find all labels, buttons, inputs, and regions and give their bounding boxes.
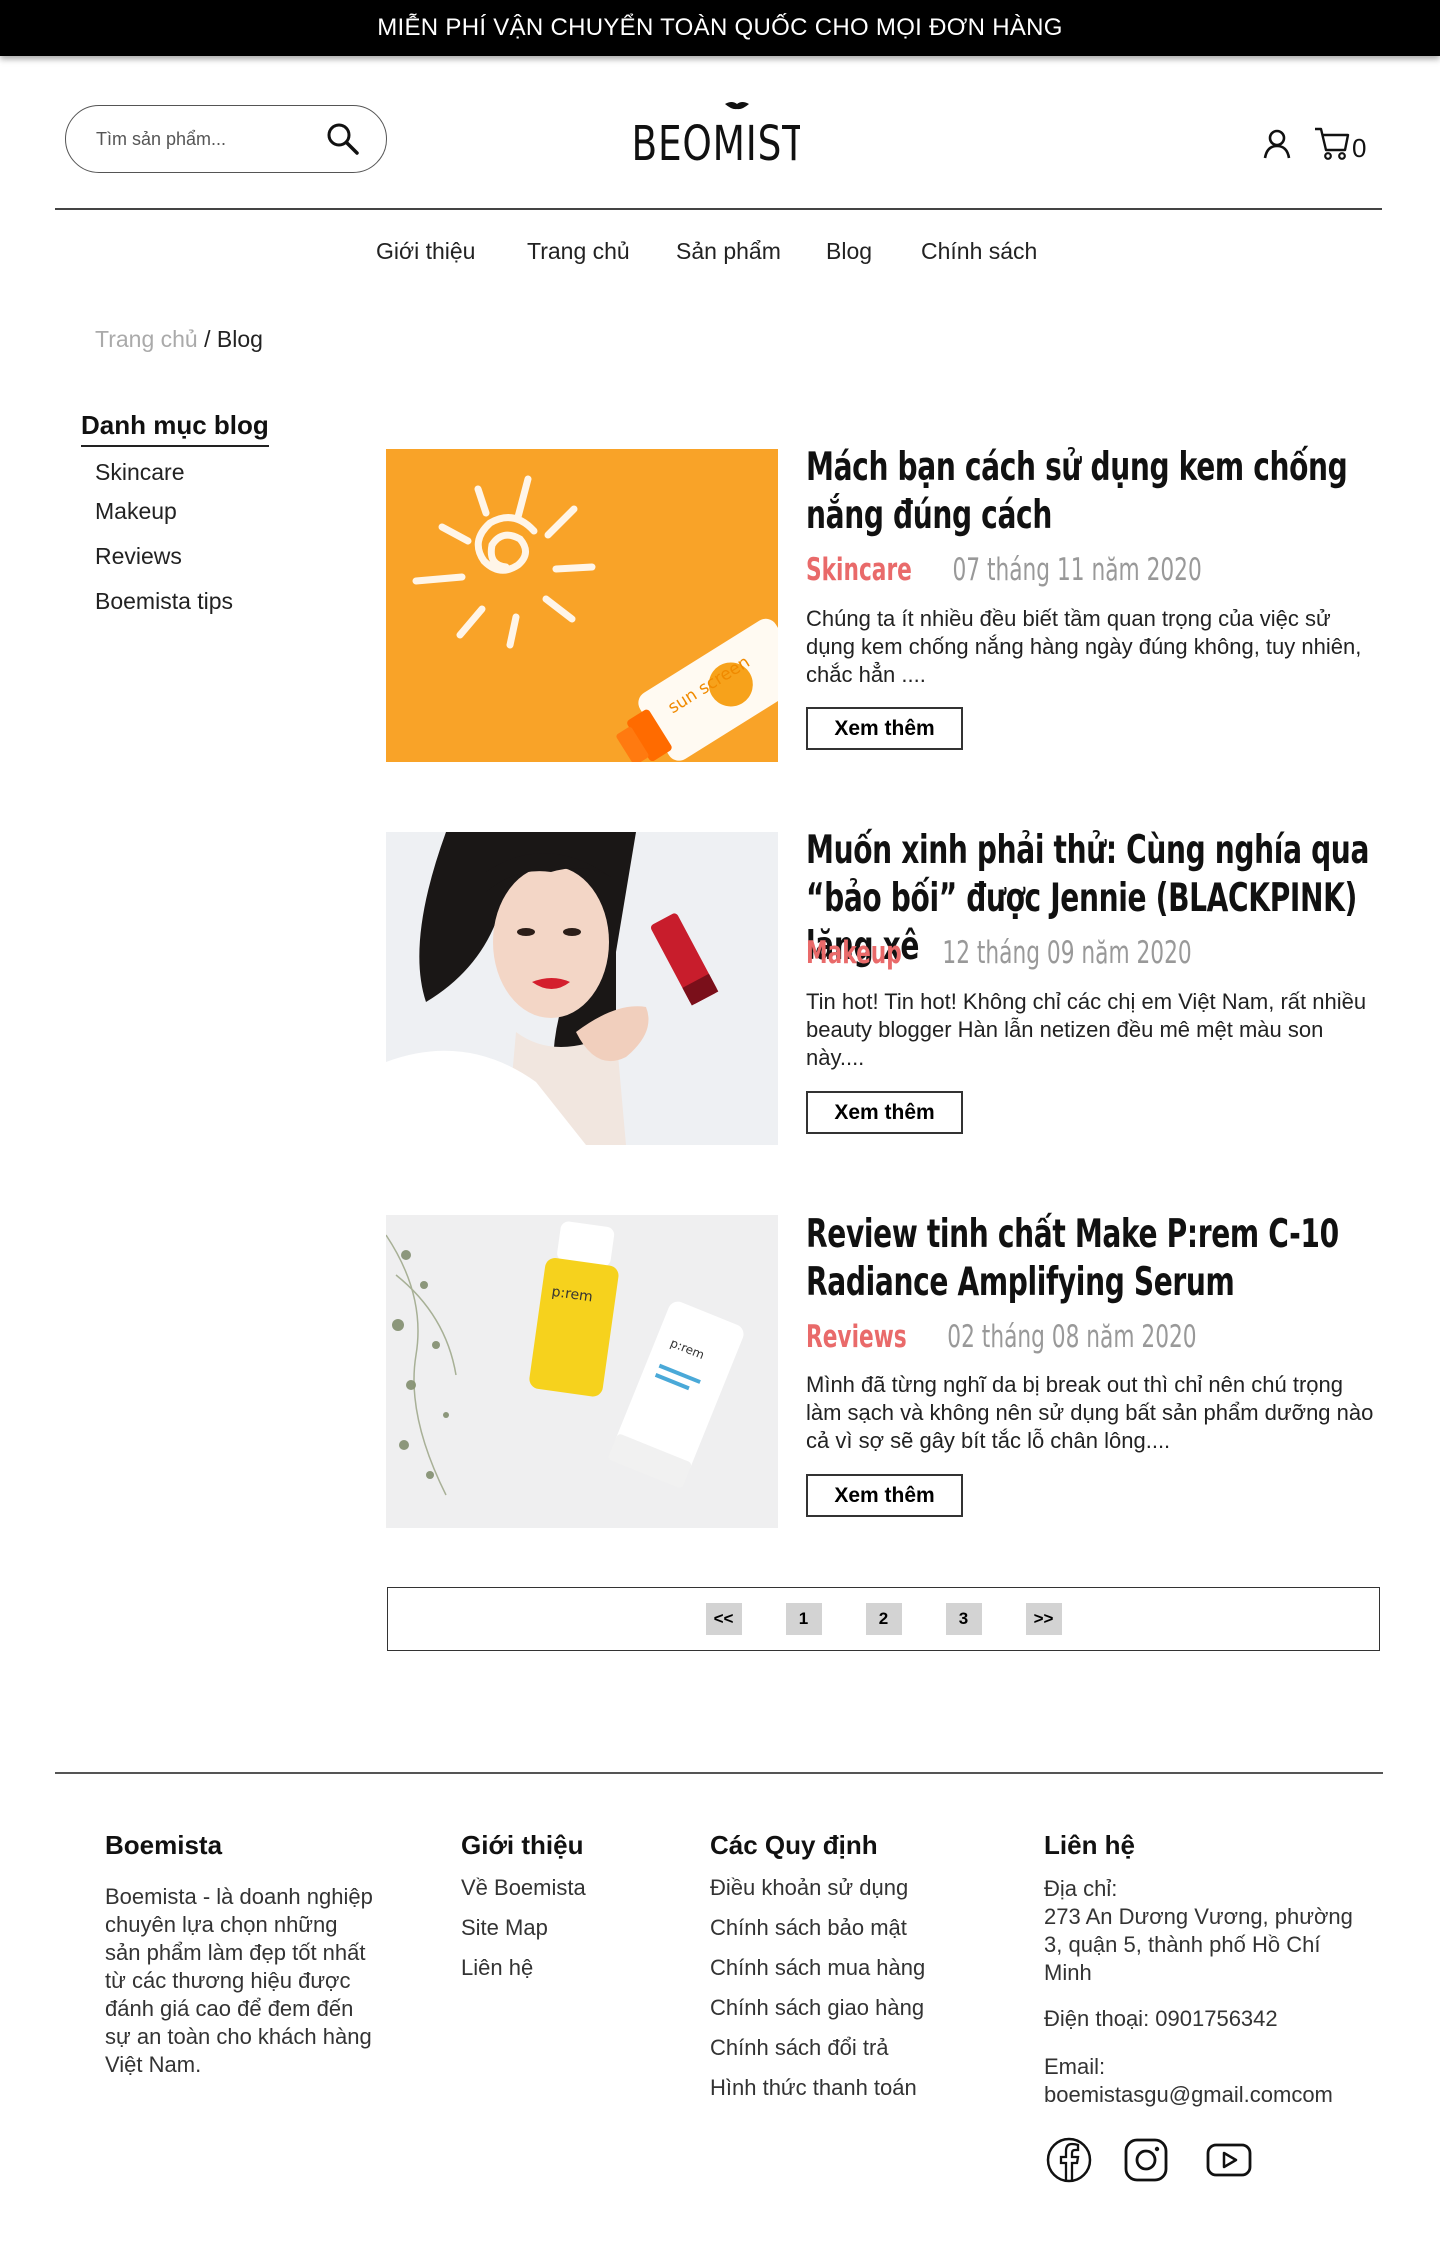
promo-text: MIỄN PHÍ VẬN CHUYỂN TOÀN QUỐC CHO MỌI ĐƠ…: [377, 14, 1063, 41]
post-date: 02 tháng 08 năm 2020: [947, 1319, 1197, 1355]
footer-link-ve-boemista[interactable]: Về Boemista: [461, 1875, 586, 1901]
post-date: 07 tháng 11 năm 2020: [952, 552, 1202, 588]
post-category[interactable]: Skincare: [806, 552, 912, 588]
footer-link-site-map[interactable]: Site Map: [461, 1915, 548, 1941]
footer-email-label: Email:: [1044, 2054, 1106, 2079]
footer-link-privacy[interactable]: Chính sách bảo mật: [710, 1915, 907, 1941]
category-boemista-tips[interactable]: Boemista tips: [95, 588, 233, 615]
footer-contact-title: Liên hệ: [1044, 1830, 1136, 1860]
post-excerpt: Mình đã từng nghĩ da bị break out thì ch…: [806, 1372, 1374, 1453]
read-more-button[interactable]: Xem thêm: [806, 1091, 963, 1134]
post-meta: Reviews 02 tháng 08 năm 2020: [806, 1319, 1197, 1355]
breadcrumb-separator: /: [204, 326, 211, 352]
header-divider: [55, 208, 1382, 210]
breadcrumb: Trang chủ / Blog: [95, 326, 263, 353]
nav-item-blog[interactable]: Blog: [826, 238, 872, 265]
search-box[interactable]: [65, 105, 387, 173]
nav-item-gioi-thieu[interactable]: Giới thiệu: [376, 238, 475, 265]
facebook-icon[interactable]: [1045, 2136, 1093, 2184]
pagination-next-button[interactable]: >>: [1025, 1603, 1062, 1635]
search-icon[interactable]: [324, 120, 362, 158]
search-input[interactable]: [96, 128, 316, 150]
instagram-icon[interactable]: [1122, 2136, 1170, 2184]
youtube-icon[interactable]: [1205, 2136, 1253, 2184]
pagination-page-3[interactable]: 3: [945, 1603, 982, 1635]
footer-link-purchase-policy[interactable]: Chính sách mua hàng: [710, 1955, 925, 1981]
footer-phone: Điện thoại: 0901756342: [1044, 2006, 1278, 2031]
post-excerpt: Tin hot! Tin hot! Không chỉ các chị em V…: [806, 989, 1367, 1070]
nav-item-chinh-sach[interactable]: Chính sách: [921, 238, 1037, 265]
pagination-prev-button[interactable]: <<: [705, 1603, 742, 1635]
cart-count: 0: [1352, 133, 1367, 163]
footer-about-title: Boemista: [105, 1830, 223, 1860]
promo-banner: MIỄN PHÍ VẬN CHUYỂN TOÀN QUỐC CHO MỌI ĐƠ…: [0, 0, 1440, 56]
post-image-sunscreen[interactable]: sun screen: [386, 449, 778, 762]
pagination-page-1[interactable]: 1: [785, 1603, 822, 1635]
user-icon[interactable]: [1263, 128, 1291, 160]
footer-intro-title: Giới thiệu: [461, 1830, 584, 1860]
footer-about-text: Boemista - là doanh nghiệp chuyên lựa ch…: [105, 1884, 373, 2077]
logo-text: BEOMISTA: [632, 117, 800, 170]
breadcrumb-current: Blog: [216, 326, 263, 352]
post-date: 12 tháng 09 năm 2020: [942, 935, 1192, 971]
footer-address-label: Địa chỉ:: [1044, 1876, 1118, 1901]
post-meta: Makeup 12 tháng 09 năm 2020: [806, 935, 1192, 971]
post-image-serum[interactable]: p:rem p:rem: [386, 1215, 778, 1528]
footer-address: 273 An Dương Vương, phường 3, quận 5, th…: [1044, 1904, 1353, 1985]
category-makeup[interactable]: Makeup: [95, 498, 177, 525]
post-meta: Skincare 07 tháng 11 năm 2020: [806, 552, 1202, 588]
footer-link-return-policy[interactable]: Chính sách đổi trả: [710, 2035, 889, 2061]
read-more-button[interactable]: Xem thêm: [806, 1474, 963, 1517]
post-category[interactable]: Makeup: [806, 935, 902, 971]
logo-mark: BEOMISTA: [632, 102, 828, 172]
nav-item-trang-chu[interactable]: Trang chủ: [527, 238, 630, 265]
footer-policies-title: Các Quy định: [710, 1830, 878, 1860]
nav-item-san-pham[interactable]: Sản phẩm: [676, 238, 781, 265]
post-title[interactable]: Review tinh chất Make P:rem C-10 Radianc…: [806, 1211, 1389, 1307]
post-excerpt: Chúng ta ít nhiều đều biết tầm quan trọn…: [806, 606, 1362, 687]
footer-email[interactable]: boemistasgu@gmail.comcom: [1044, 2081, 1384, 2109]
post-title[interactable]: Mách bạn cách sử dụng kem chống nắng đún…: [806, 444, 1389, 540]
blog-category-title: Danh mục blog: [81, 410, 269, 447]
footer-link-lien-he[interactable]: Liên hệ: [461, 1955, 533, 1981]
post-category[interactable]: Reviews: [806, 1319, 907, 1355]
pagination: << 1 2 3 >>: [387, 1587, 1380, 1651]
footer-link-payment-methods[interactable]: Hình thức thanh toán: [710, 2075, 917, 2101]
cart-button[interactable]: 0: [1313, 124, 1366, 162]
category-skincare[interactable]: Skincare: [95, 459, 184, 486]
category-reviews[interactable]: Reviews: [95, 543, 182, 570]
pagination-page-2[interactable]: 2: [865, 1603, 902, 1635]
logo[interactable]: BEOMISTA: [630, 100, 828, 172]
post-image-jennie[interactable]: [386, 832, 778, 1145]
cart-icon: [1315, 127, 1350, 160]
footer-link-terms[interactable]: Điều khoản sử dụng: [710, 1875, 908, 1901]
footer-divider: [55, 1772, 1383, 1774]
footer-link-shipping-policy[interactable]: Chính sách giao hàng: [710, 1995, 924, 2021]
read-more-button[interactable]: Xem thêm: [806, 707, 963, 750]
breadcrumb-home[interactable]: Trang chủ: [95, 326, 198, 352]
